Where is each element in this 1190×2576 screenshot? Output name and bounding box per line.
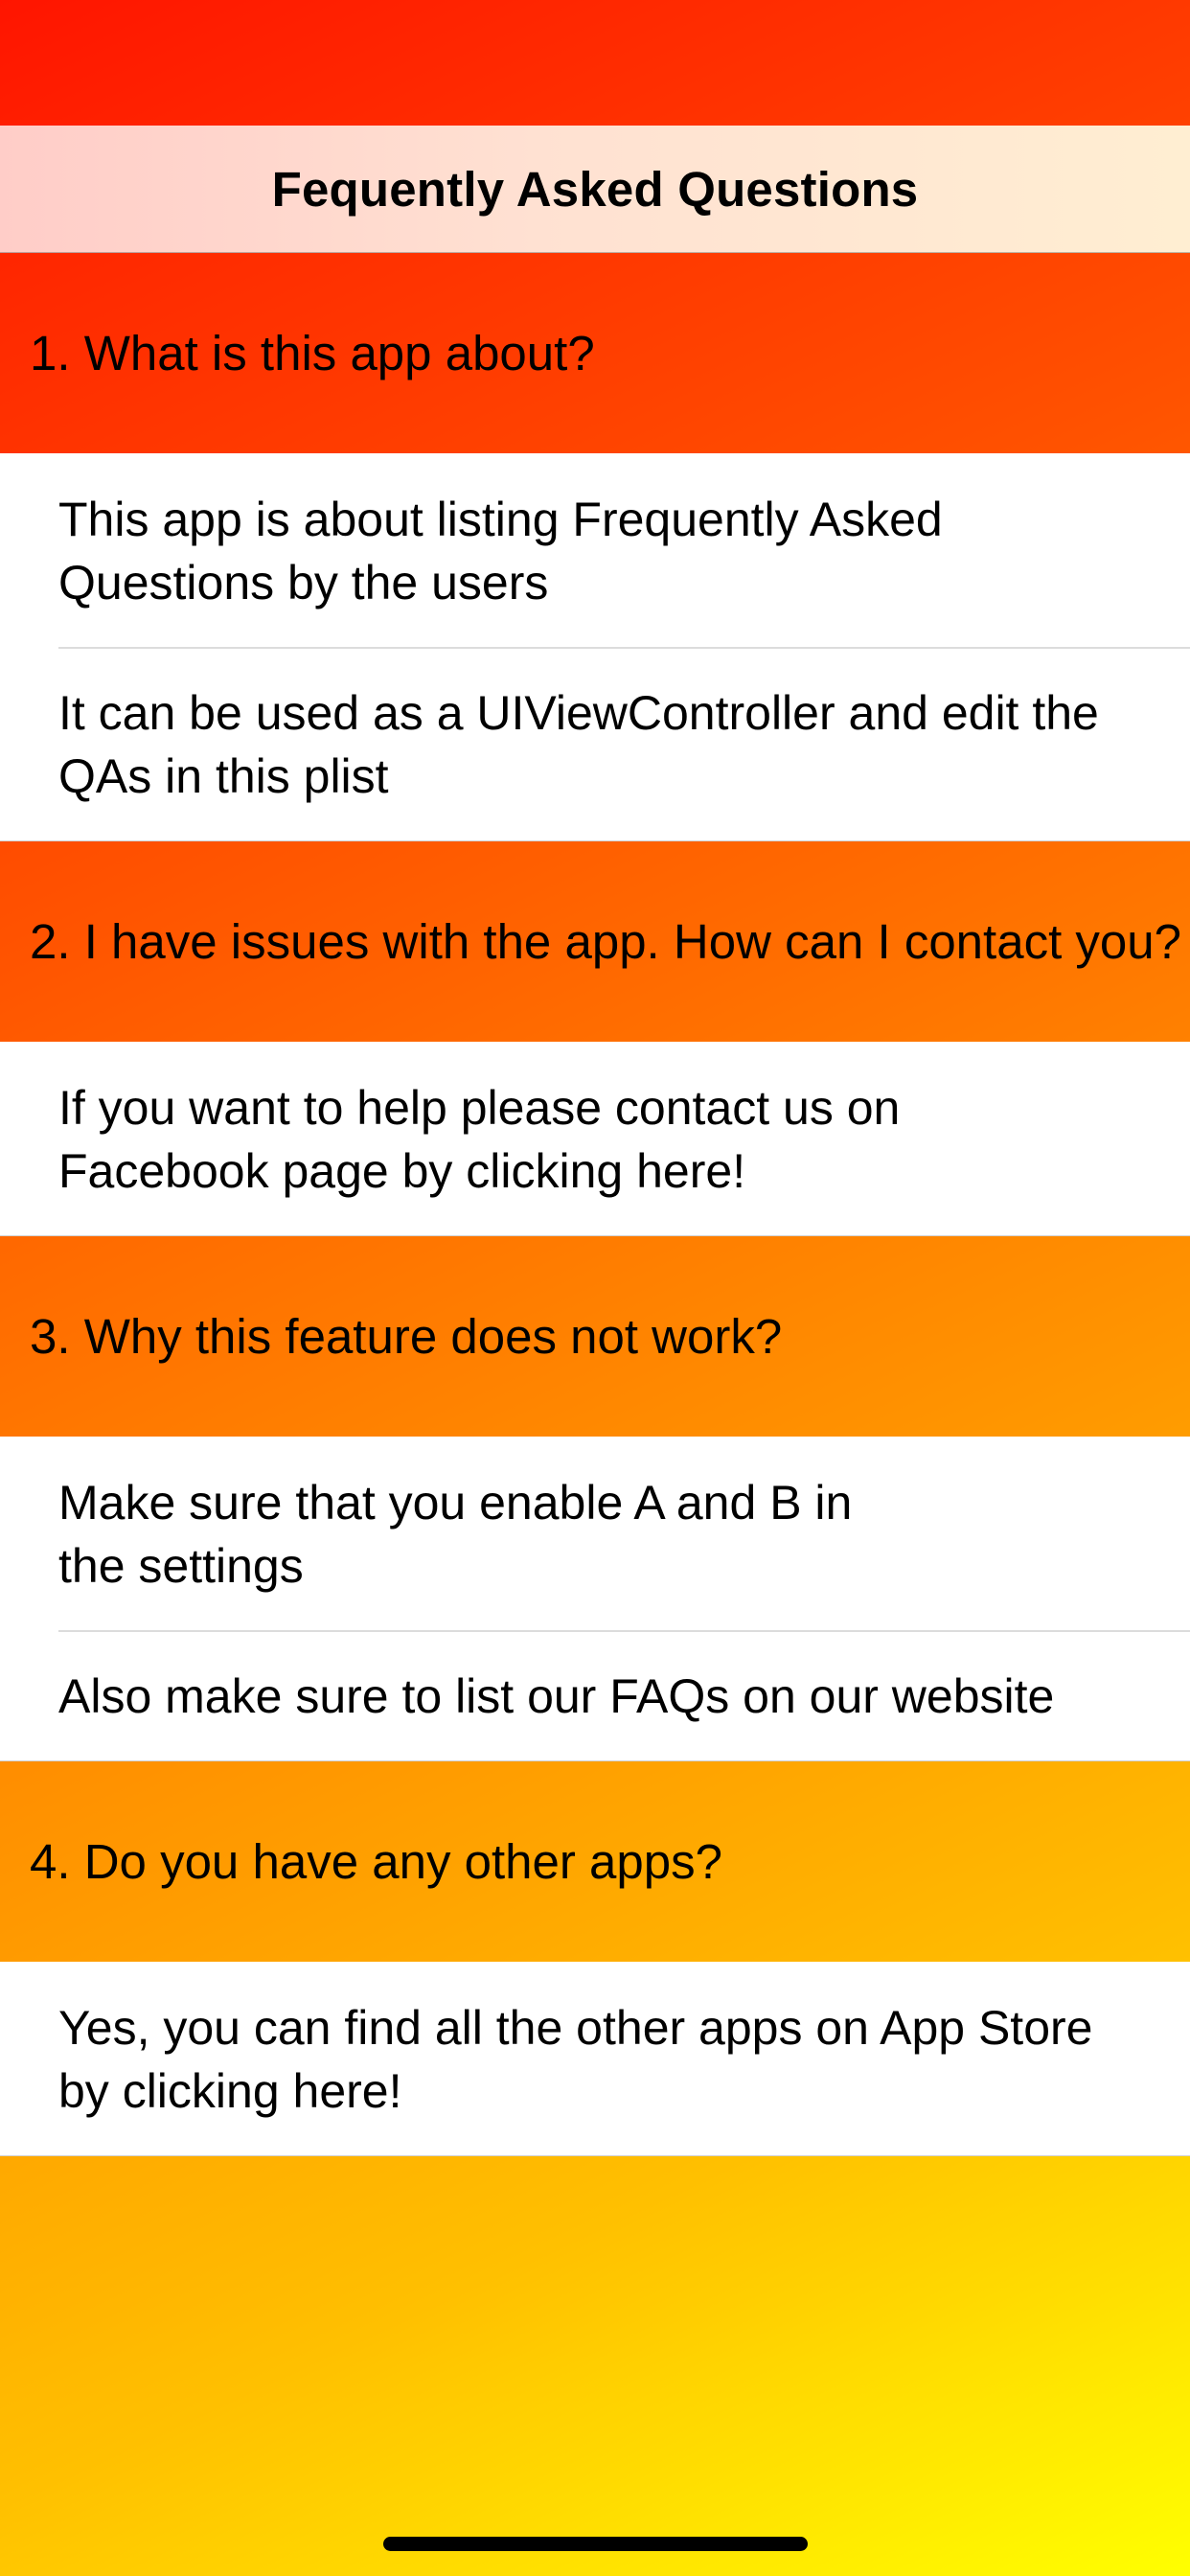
answer-line: Yes, you can find all the other apps on … [58,2001,1093,2055]
faq-question-1[interactable]: 1. What is this app about? [0,253,1190,453]
faq-answer-row[interactable]: Make sure that you enable A and B in the… [0,1437,1190,1630]
answer-line: the settings [58,1539,304,1593]
question-label: 3. Why this feature does not work? [30,1309,783,1364]
answer-line: QAs in this plist [58,749,389,803]
faq-answer-row[interactable]: Also make sure to list our FAQs on our w… [0,1630,1190,1760]
faq-answer-row[interactable]: It can be used as a UIViewController and… [0,647,1190,840]
answer-line: This app is about listing Frequently Ask… [58,493,943,546]
faq-list[interactable]: 1. What is this app about? This app is a… [0,253,1190,2156]
faq-question-3[interactable]: 3. Why this feature does not work? [0,1236,1190,1437]
faq-question-4[interactable]: 4. Do you have any other apps? [0,1761,1190,1962]
answer-line: It can be used as a UIViewController and… [58,686,1099,740]
faq-answer-facebook-link[interactable]: If you want to help please contact us on… [0,1042,1190,1235]
faq-answer-row[interactable]: This app is about listing Frequently Ask… [0,453,1190,647]
answer-line: If you want to help please contact us on [58,1081,901,1135]
question-label: 4. Do you have any other apps? [30,1834,722,1889]
faq-answers-4: Yes, you can find all the other apps on … [0,1962,1190,2156]
faq-answer-app-store-link[interactable]: Yes, you can find all the other apps on … [0,1962,1190,2155]
question-label: 2. I have issues with the app. How can I… [30,914,1182,969]
app-screen: Fequently Asked Questions 1. What is thi… [0,0,1190,2576]
page-title: Fequently Asked Questions [271,161,919,217]
question-label: 1. What is this app about? [30,326,595,380]
home-indicator[interactable] [383,2537,808,2551]
navigation-bar: Fequently Asked Questions [0,126,1190,253]
faq-answers-1: This app is about listing Frequently Ask… [0,453,1190,841]
answer-line: Facebook page by clicking here! [58,1144,746,1198]
answer-line: Also make sure to list our FAQs on our w… [58,1669,1055,1723]
answer-line: by clicking here! [58,2064,402,2118]
faq-answers-3: Make sure that you enable A and B in the… [0,1437,1190,1761]
faq-question-2[interactable]: 2. I have issues with the app. How can I… [0,841,1190,1042]
answer-line: Make sure that you enable A and B in [58,1476,853,1530]
faq-answers-2: If you want to help please contact us on… [0,1042,1190,1236]
answer-line: Questions by the users [58,556,549,610]
